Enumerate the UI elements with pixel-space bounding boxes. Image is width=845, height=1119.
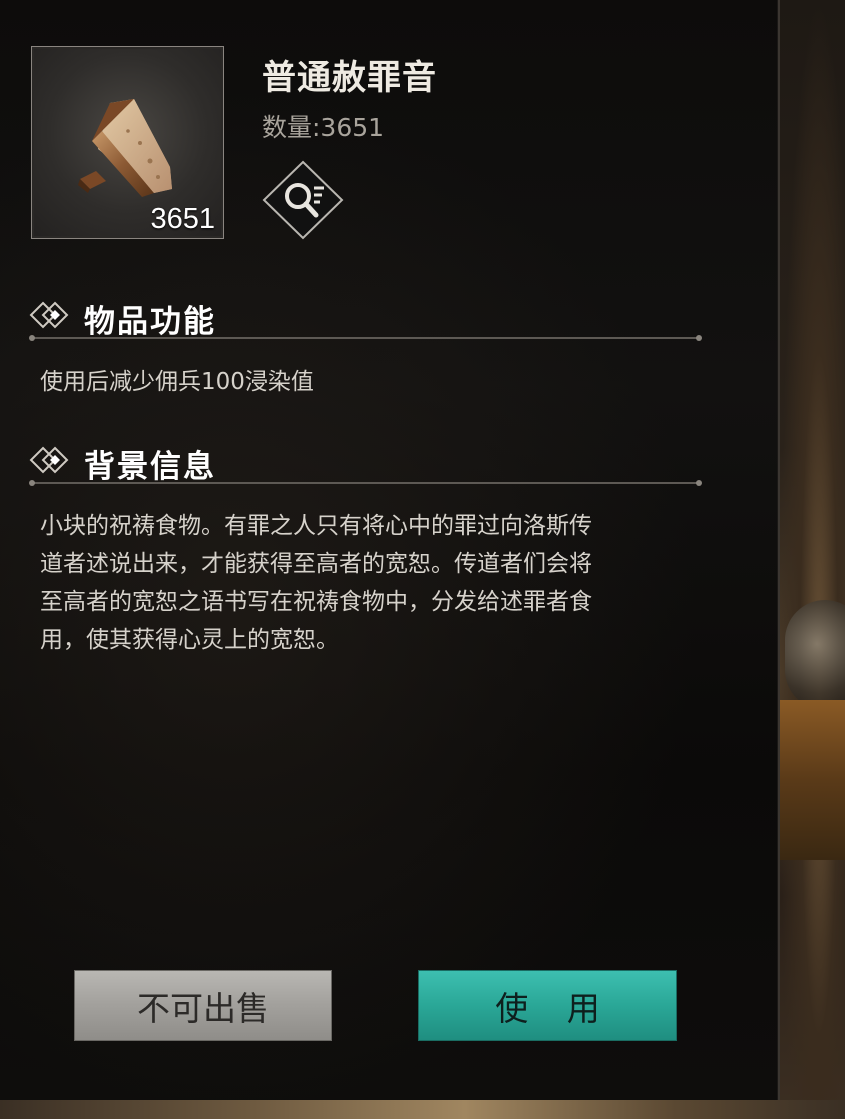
section-divider	[29, 335, 702, 341]
diamond-ornament-icon	[29, 446, 69, 474]
item-count-badge: 3651	[150, 203, 215, 235]
background-barrel	[785, 600, 845, 710]
item-name: 普通赦罪音	[262, 58, 437, 98]
background-lore-text: 小块的祝祷食物。有罪之人只有将心中的罪过向洛斯传 道者述说出来，才能获得至高者的…	[40, 507, 705, 659]
inspect-button[interactable]	[262, 160, 344, 240]
lore-line: 小块的祝祷食物。有罪之人只有将心中的罪过向洛斯传	[40, 513, 592, 539]
background-crate	[780, 700, 845, 860]
use-button[interactable]: 使 用	[418, 970, 677, 1041]
item-slot: 3651	[31, 46, 224, 239]
diamond-ornament-icon	[29, 301, 69, 329]
section-header-function: 物品功能	[28, 292, 703, 342]
lore-line: 用，使其获得心灵上的宽恕。	[40, 627, 339, 653]
lore-line: 至高者的宽恕之语书写在祝祷食物中，分发给述罪者食	[40, 589, 592, 615]
lore-line: 道者述说出来，才能获得至高者的宽恕。传道者们会将	[40, 551, 592, 577]
background-scene	[780, 0, 845, 1119]
item-function-text: 使用后减少佣兵100浸染值	[40, 369, 314, 395]
background-floor	[0, 1100, 845, 1119]
magnifier-list-icon	[262, 160, 344, 240]
section-divider	[29, 480, 702, 486]
not-sellable-button[interactable]: 不可出售	[74, 970, 332, 1041]
item-quantity: 数量:3651	[262, 113, 385, 142]
section-header-background: 背景信息	[28, 437, 703, 487]
item-detail-panel: 3651 普通赦罪音 数量:3651 物品功能 使用后减少佣兵100浸染值 背景…	[0, 0, 780, 1100]
